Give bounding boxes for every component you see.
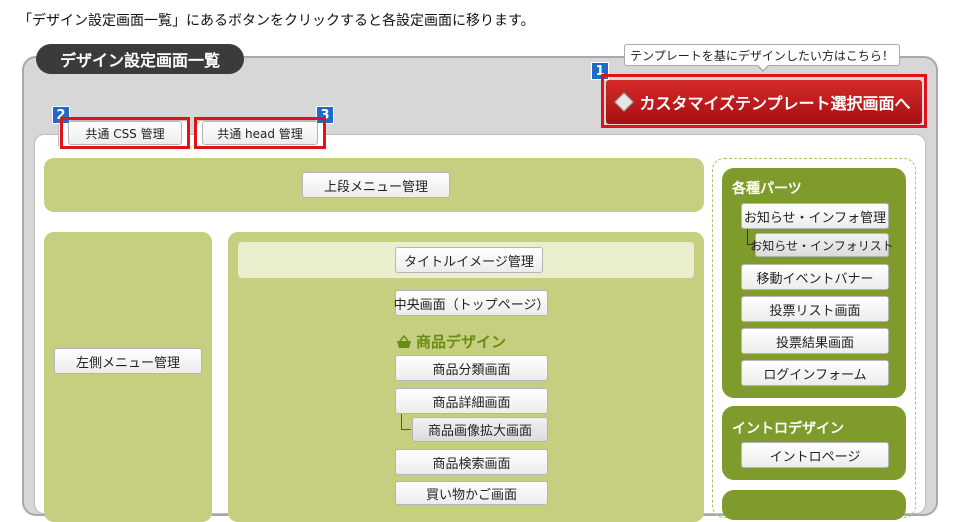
intro-page-button[interactable]: イントロページ [741,442,889,468]
login-form-button[interactable]: ログインフォーム [741,360,889,386]
left-menu-region [44,232,212,522]
cart-button[interactable]: 買い物かご画面 [395,481,548,505]
template-hint: テンプレートを基にデザインしたい方はこちら！ [624,44,900,66]
product-detail-button[interactable]: 商品詳細画面 [395,388,548,414]
product-search-button[interactable]: 商品検索画面 [395,449,548,475]
product-design-label: 商品デザイン [416,333,507,351]
basket-icon [397,334,411,348]
product-category-button[interactable]: 商品分類画面 [395,355,548,381]
top-menu-button[interactable]: 上段メニュー管理 [302,172,450,198]
sub-connector [401,414,411,430]
product-image-zoom-button[interactable]: 商品画像拡大画面 [412,417,548,442]
left-menu-button[interactable]: 左側メニュー管理 [54,348,202,374]
info-manage-button[interactable]: お知らせ・インフォ管理 [741,203,889,229]
product-design-heading: 商品デザイン [396,331,506,352]
parts-heading: 各種パーツ [732,181,802,197]
event-banner-button[interactable]: 移動イベントバナー [741,264,889,290]
center-page-button[interactable]: 中央画面（トップページ） [394,290,549,316]
common-css-button[interactable]: 共通 CSS 管理 [68,121,182,145]
vote-list-button[interactable]: 投票リスト画面 [741,296,889,322]
panel-title: デザイン設定画面一覧 [36,44,244,74]
common-head-button[interactable]: 共通 head 管理 [202,121,318,145]
hint-pointer-fill [757,64,769,70]
title-image-button[interactable]: タイトルイメージ管理 [395,247,543,273]
intro-heading: イントロデザイン [732,421,844,437]
vote-result-button[interactable]: 投票結果画面 [741,328,889,354]
sidebar-box-partial [722,490,906,520]
custom-template-label: カスタマイズテンプレート選択画面へ [639,94,911,113]
custom-template-button[interactable]: カスタマイズテンプレート選択画面へ [606,80,922,124]
diamond-icon [614,92,635,112]
page-caption: 「デザイン設定画面一覧」にあるボタンをクリックすると各設定画面に移ります。 [18,13,535,29]
info-list-button[interactable]: お知らせ・インフォリスト [750,233,894,257]
